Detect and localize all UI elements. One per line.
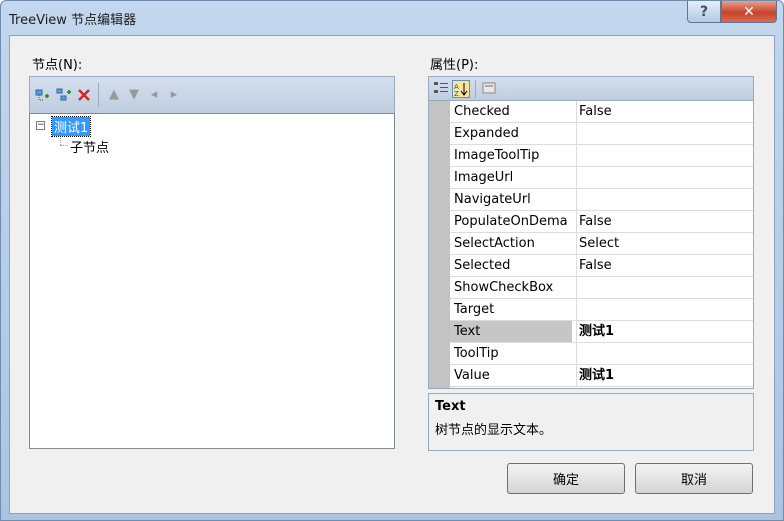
property-name: NavigateUrl [454,192,531,207]
svg-text:Z: Z [454,90,459,97]
property-row[interactable]: PopulateOnDema False [450,211,753,233]
property-row[interactable]: Checked False [450,101,753,123]
property-value[interactable]: False [576,255,754,276]
property-name: Selected [454,258,511,273]
property-name: Target [454,302,495,317]
property-row[interactable]: ToolTip [450,343,753,365]
property-row-selected[interactable]: Text 测试1 [450,321,753,343]
tree-node-root[interactable]: 测试1 [50,116,92,137]
property-value[interactable] [576,343,754,364]
grid-gutter [429,101,450,388]
tree-node-child[interactable]: 子节点 [70,137,109,156]
property-name: SelectAction [454,236,535,251]
property-row[interactable]: SelectAction Select [450,233,753,255]
add-child-node-icon[interactable] [55,87,71,103]
property-row[interactable]: Selected False [450,255,753,277]
property-row[interactable]: ImageUrl [450,167,753,189]
property-toolbar: AZ [428,76,754,101]
cancel-button[interactable]: 取消 [635,463,753,494]
move-up-icon[interactable]: ▲ [106,87,122,103]
property-name: Expanded [454,126,519,141]
property-row[interactable]: Value 测试1 [450,365,753,387]
property-description-panel: Text 树节点的显示文本。 [428,393,754,451]
add-root-node-icon[interactable] [34,87,50,103]
property-name: Checked [454,104,510,119]
property-value[interactable]: Select [576,233,754,254]
tree-connector-line [60,145,68,146]
property-name: ImageToolTip [454,148,540,163]
property-row[interactable]: Expanded [450,123,753,145]
dialog-window: TreeView 节点编辑器 ? ✕ 节点(N): 属性(P): ▲ ▼ ◂ ▸… [0,0,784,521]
property-grid[interactable]: Checked False Expanded ImageToolTip Imag… [428,100,754,389]
outdent-icon[interactable]: ◂ [146,87,162,103]
tree-view[interactable]: − 测试1 子节点 [29,113,395,449]
property-value[interactable] [576,123,754,144]
close-button[interactable]: ✕ [721,1,777,23]
property-value[interactable]: 测试1 [576,365,754,386]
property-value[interactable] [576,145,754,166]
property-value[interactable]: False [576,211,754,232]
delete-node-icon[interactable] [76,87,92,103]
toolbar-separator [475,80,476,98]
nodes-label: 节点(N): [32,58,83,73]
title-bar[interactable]: TreeView 节点编辑器 ? ✕ [1,1,783,35]
tree-toolbar: ▲ ▼ ◂ ▸ [29,76,395,114]
property-name: ShowCheckBox [454,280,554,295]
window-title: TreeView 节点编辑器 [9,13,137,28]
property-value[interactable]: False [576,101,754,122]
property-row[interactable]: NavigateUrl [450,189,753,211]
property-name: Value [454,368,490,383]
property-name: PopulateOnDema [454,214,568,229]
toolbar-separator [98,83,99,107]
indent-icon[interactable]: ▸ [166,87,182,103]
description-text: 树节点的显示文本。 [435,423,553,438]
collapse-expander-icon[interactable]: − [36,121,45,130]
properties-label: 属性(P): [430,58,479,73]
property-value[interactable] [576,277,754,298]
property-row[interactable]: Target [450,299,753,321]
property-row[interactable]: ImageToolTip [450,145,753,167]
categorized-icon[interactable] [432,80,450,98]
property-name: ToolTip [454,346,499,361]
property-value[interactable] [576,299,754,320]
property-name: Text [450,321,572,342]
property-value[interactable] [576,167,754,188]
description-title: Text [435,399,466,414]
alphabetical-icon[interactable]: AZ [452,80,470,98]
property-value[interactable]: 测试1 [576,321,754,342]
help-button[interactable]: ? [687,1,721,23]
property-pages-icon[interactable] [480,80,498,98]
ok-button[interactable]: 确定 [507,463,625,494]
dialog-client-area: 节点(N): 属性(P): ▲ ▼ ◂ ▸ − 测试1 子节点 A Z Chec… [9,35,775,514]
property-name: ImageUrl [454,170,514,185]
move-down-icon[interactable]: ▼ [126,87,142,103]
property-row[interactable]: ShowCheckBox [450,277,753,299]
property-value[interactable] [576,189,754,210]
